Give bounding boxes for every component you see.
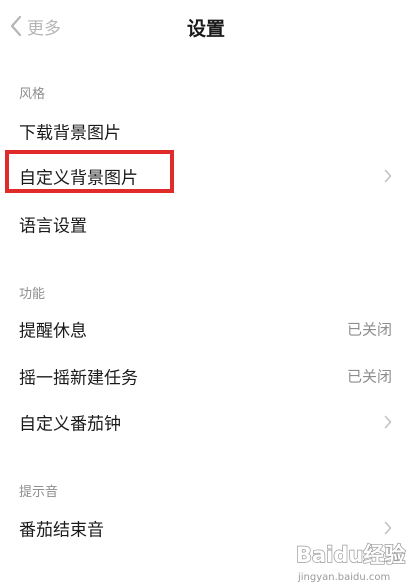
row-value: 已关闭	[346, 320, 392, 339]
settings-row-shake-new-task[interactable]: 摇一摇新建任务 已关闭	[0, 353, 412, 399]
row-label: 番茄结束音	[19, 520, 104, 541]
settings-row-language[interactable]: 语言设置	[0, 201, 412, 247]
watermark-url: jingyan.baidu.com	[297, 572, 390, 583]
settings-row-custom-pomodoro[interactable]: 自定义番茄钟	[0, 399, 412, 445]
baidu-jingyan-watermark: Baidu经验 jingyan.baidu.com	[292, 532, 408, 584]
settings-row-download-background[interactable]: 下载背景图片	[0, 108, 412, 154]
nav-bar: 更多 设置	[0, 0, 412, 54]
row-label: 下载背景图片	[19, 123, 121, 144]
row-label: 自定义番茄钟	[19, 414, 121, 435]
chevron-right-icon	[384, 415, 392, 429]
page-title: 设置	[186, 18, 225, 40]
row-label: 摇一摇新建任务	[19, 368, 138, 389]
settings-row-rest-reminder[interactable]: 提醒休息 已关闭	[0, 306, 412, 352]
section-header-sound: 提示音	[19, 485, 59, 500]
row-value: 已关闭	[346, 367, 392, 386]
row-label: 语言设置	[19, 216, 87, 237]
section-header-function: 功能	[19, 287, 46, 302]
highlight-box	[5, 150, 174, 193]
row-label: 提醒休息	[19, 321, 87, 342]
watermark-brand: Baidu经验	[296, 543, 405, 567]
section-header-style: 风格	[19, 87, 46, 102]
chevron-right-icon	[384, 169, 392, 183]
